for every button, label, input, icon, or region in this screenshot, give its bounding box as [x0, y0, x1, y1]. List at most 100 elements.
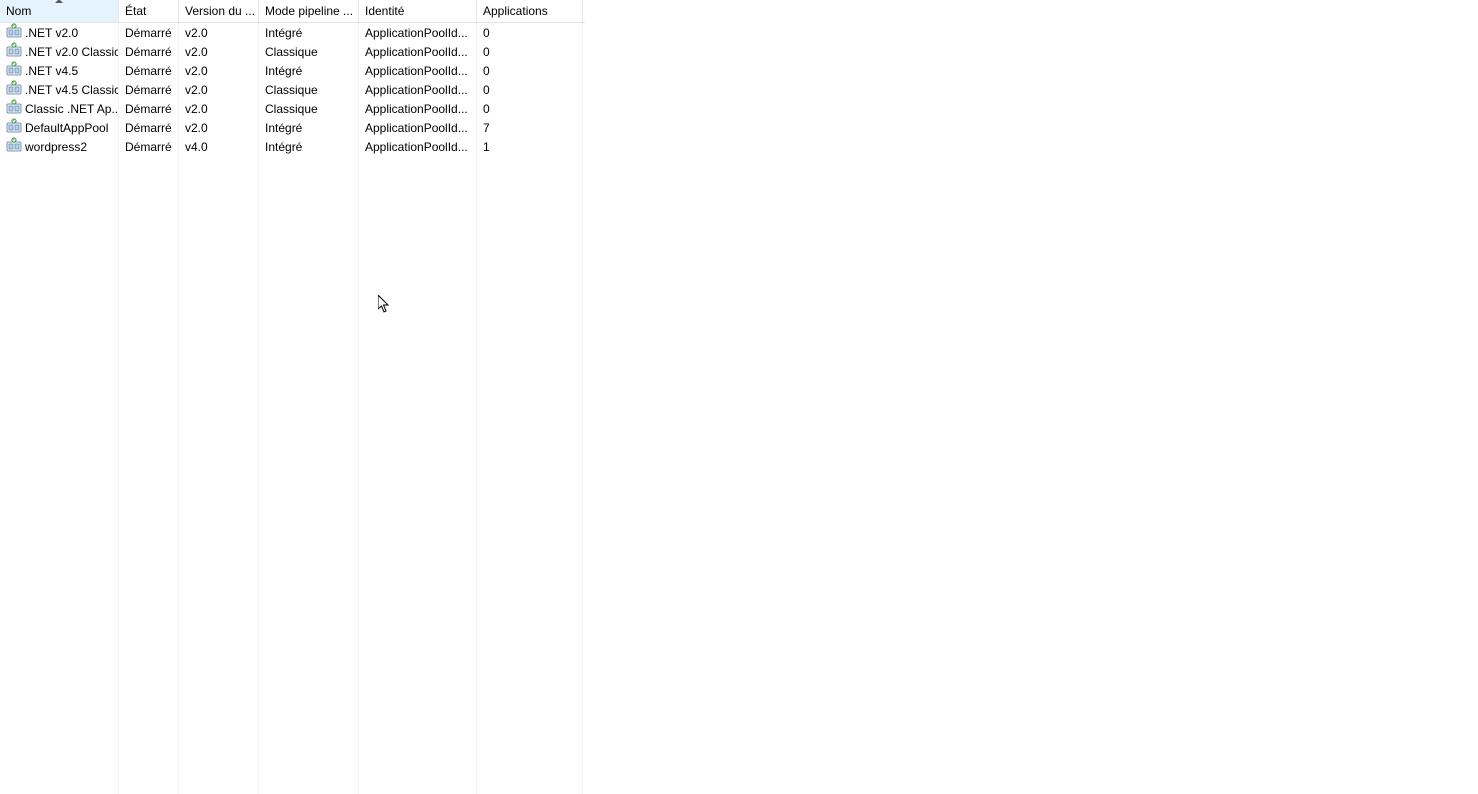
cell-value: ApplicationPoolId... — [365, 45, 468, 59]
cell-etat: Démarré — [119, 140, 179, 154]
column-header-label: État — [125, 4, 146, 18]
column-divider — [178, 23, 179, 794]
cell-value: ApplicationPoolId... — [365, 64, 468, 78]
sort-ascending-icon — [55, 0, 63, 3]
cell-applications: 0 — [477, 26, 583, 40]
cell-value: 0 — [483, 45, 490, 59]
cell-identite: ApplicationPoolId... — [359, 140, 477, 154]
cell-etat: Démarré — [119, 102, 179, 116]
cell-identite: ApplicationPoolId... — [359, 64, 477, 78]
column-header-label: Mode pipeline ... — [265, 4, 353, 18]
cell-nom: .NET v4.5 Classic — [0, 80, 119, 99]
cell-value: Intégré — [265, 140, 302, 154]
column-divider — [476, 23, 477, 794]
app-pool-icon — [6, 42, 22, 61]
cell-version: v2.0 — [179, 83, 259, 97]
table-row[interactable]: .NET v4.5 Classic Démarré v2.0 Classique… — [0, 80, 585, 99]
mouse-cursor-icon — [378, 295, 390, 313]
cell-value: Intégré — [265, 64, 302, 78]
column-header-label: Identité — [365, 4, 404, 18]
cell-mode: Intégré — [259, 64, 359, 78]
cell-version: v2.0 — [179, 102, 259, 116]
table-row[interactable]: DefaultAppPool Démarré v2.0 Intégré Appl… — [0, 118, 585, 137]
table-row[interactable]: Classic .NET Ap... Démarré v2.0 Classiqu… — [0, 99, 585, 118]
cell-nom: .NET v2.0 Classic — [0, 42, 119, 61]
cell-value: v2.0 — [185, 64, 208, 78]
cell-value: Démarré — [125, 26, 172, 40]
cell-value: Intégré — [265, 26, 302, 40]
cell-value: DefaultAppPool — [25, 121, 108, 135]
cell-value: Classique — [265, 45, 318, 59]
column-divider — [118, 23, 119, 794]
cell-nom: .NET v4.5 — [0, 61, 119, 80]
cell-applications: 0 — [477, 64, 583, 78]
column-header-label: Version du ... — [185, 4, 255, 18]
table-row[interactable]: wordpress2 Démarré v4.0 Intégré Applicat… — [0, 137, 585, 156]
cell-value: 7 — [483, 121, 490, 135]
cell-mode: Intégré — [259, 121, 359, 135]
app-pool-table: Nom État Version du ... Mode pipeline ..… — [0, 0, 585, 794]
cell-value: Démarré — [125, 83, 172, 97]
column-divider — [582, 23, 583, 794]
cell-mode: Classique — [259, 83, 359, 97]
column-header-nom[interactable]: Nom — [0, 0, 119, 22]
cell-value: ApplicationPoolId... — [365, 83, 468, 97]
cell-applications: 0 — [477, 45, 583, 59]
cell-value: Démarré — [125, 102, 172, 116]
cell-identite: ApplicationPoolId... — [359, 26, 477, 40]
cell-mode: Intégré — [259, 26, 359, 40]
cell-value: v2.0 — [185, 121, 208, 135]
cell-version: v2.0 — [179, 64, 259, 78]
app-pool-icon — [6, 23, 22, 42]
cell-etat: Démarré — [119, 45, 179, 59]
cell-value: ApplicationPoolId... — [365, 121, 468, 135]
cell-value: v2.0 — [185, 45, 208, 59]
cell-value: .NET v2.0 Classic — [25, 45, 119, 59]
table-row[interactable]: .NET v2.0 Classic Démarré v2.0 Classique… — [0, 42, 585, 61]
table-header-row: Nom État Version du ... Mode pipeline ..… — [0, 0, 585, 23]
cell-mode: Classique — [259, 102, 359, 116]
app-pool-icon — [6, 118, 22, 137]
cell-value: Classic .NET Ap... — [25, 102, 119, 116]
cell-nom: wordpress2 — [0, 137, 119, 156]
app-pool-icon — [6, 137, 22, 156]
cell-etat: Démarré — [119, 26, 179, 40]
cell-mode: Classique — [259, 45, 359, 59]
cell-identite: ApplicationPoolId... — [359, 45, 477, 59]
cell-nom: .NET v2.0 — [0, 23, 119, 42]
cell-etat: Démarré — [119, 83, 179, 97]
cell-value: 0 — [483, 26, 490, 40]
cell-mode: Intégré — [259, 140, 359, 154]
cell-value: ApplicationPoolId... — [365, 26, 468, 40]
cell-value: .NET v4.5 Classic — [25, 83, 119, 97]
cell-value: v2.0 — [185, 26, 208, 40]
cell-applications: 1 — [477, 140, 583, 154]
app-pool-icon — [6, 80, 22, 99]
table-row[interactable]: .NET v2.0 Démarré v2.0 Intégré Applicati… — [0, 23, 585, 42]
cell-version: v2.0 — [179, 26, 259, 40]
cell-version: v2.0 — [179, 45, 259, 59]
cell-value: 0 — [483, 64, 490, 78]
cell-applications: 0 — [477, 102, 583, 116]
column-header-version[interactable]: Version du ... — [179, 0, 259, 22]
column-header-applications[interactable]: Applications — [477, 0, 583, 22]
cell-applications: 7 — [477, 121, 583, 135]
cell-value: v2.0 — [185, 102, 208, 116]
cell-value: .NET v4.5 — [25, 64, 78, 78]
cell-value: v2.0 — [185, 83, 208, 97]
column-header-label: Applications — [483, 4, 548, 18]
app-pool-icon — [6, 99, 22, 118]
cell-value: v4.0 — [185, 140, 208, 154]
cell-value: ApplicationPoolId... — [365, 140, 468, 154]
cell-identite: ApplicationPoolId... — [359, 102, 477, 116]
table-row[interactable]: .NET v4.5 Démarré v2.0 Intégré Applicati… — [0, 61, 585, 80]
app-pool-icon — [6, 61, 22, 80]
column-header-identite[interactable]: Identité — [359, 0, 477, 22]
column-header-label: Nom — [6, 4, 31, 18]
cell-nom: DefaultAppPool — [0, 118, 119, 137]
cell-value: 1 — [483, 140, 490, 154]
column-divider — [258, 23, 259, 794]
column-header-etat[interactable]: État — [119, 0, 179, 22]
cell-value: ApplicationPoolId... — [365, 102, 468, 116]
column-header-mode[interactable]: Mode pipeline ... — [259, 0, 359, 22]
